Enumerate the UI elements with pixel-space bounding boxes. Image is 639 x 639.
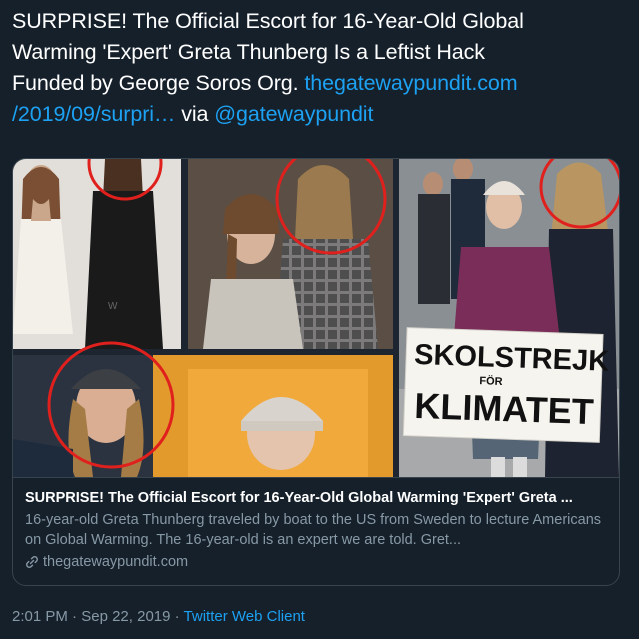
photo-panel-top-middle — [188, 159, 393, 349]
tweet-link-path[interactable]: /2019/09/surpri… — [12, 102, 175, 126]
link-icon — [25, 555, 39, 569]
protest-sign: SKOLSTREJK FÖR KLIMATET — [402, 327, 610, 443]
tweet-text-line-2: Warming 'Expert' Greta Thunberg Is a Lef… — [12, 40, 485, 64]
tweet-text: SURPRISE! The Official Escort for 16-Yea… — [12, 6, 632, 130]
tweet-text-line-1: SURPRISE! The Official Escort for 16-Yea… — [12, 9, 524, 33]
tweet-mention[interactable]: @gatewaypundit — [214, 102, 373, 126]
tweet-text-line-4: /2019/09/surpri… via @gatewaypundit — [12, 99, 632, 130]
tweet-via-text: via — [175, 102, 215, 126]
link-card[interactable]: W SKOLSTREJK FÖR KLIMATET SURPRISE! The … — [12, 158, 620, 586]
card-body[interactable]: SURPRISE! The Official Escort for 16-Yea… — [13, 477, 619, 585]
svg-text:W: W — [108, 301, 118, 312]
tweet-text-line-3-text: Funded by George Soros Org. — [12, 71, 305, 95]
meta-separator-2: · — [170, 608, 184, 625]
photo-panel-top-left: W — [13, 159, 181, 349]
tweet-time[interactable]: 2:01 PM — [12, 608, 68, 625]
meta-separator: · — [67, 608, 82, 625]
photo-panel-bottom-left — [13, 341, 393, 477]
tweet-link-domain[interactable]: thegatewaypundit.com — [304, 71, 517, 95]
sign-text-line-1: SKOLSTREJK — [414, 339, 610, 378]
sign-text-line-2: KLIMATET — [414, 385, 595, 432]
card-domain[interactable]: thegatewaypundit.com — [25, 552, 607, 572]
card-image-collage: W SKOLSTREJK FÖR KLIMATET — [13, 159, 619, 477]
tweet-meta: 2:01 PM · Sep 22, 2019 · Twitter Web Cli… — [12, 608, 305, 625]
card-title[interactable]: SURPRISE! The Official Escort for 16-Yea… — [25, 488, 607, 508]
tweet-date[interactable]: Sep 22, 2019 — [81, 608, 170, 625]
tweet-text-line-3: Funded by George Soros Org. thegatewaypu… — [12, 68, 632, 99]
card-description: 16-year-old Greta Thunberg traveled by b… — [25, 512, 602, 548]
card-image[interactable]: W SKOLSTREJK FÖR KLIMATET — [13, 159, 619, 477]
tweet-client[interactable]: Twitter Web Client — [184, 608, 305, 625]
sign-text-for: FÖR — [479, 374, 503, 388]
card-domain-text[interactable]: thegatewaypundit.com — [43, 552, 188, 572]
